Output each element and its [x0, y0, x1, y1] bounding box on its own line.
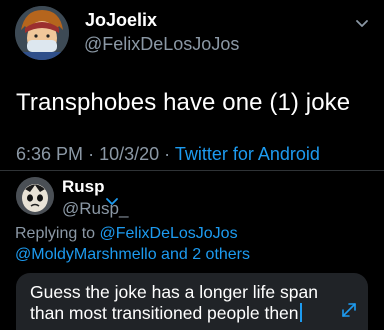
- tweet-author-name[interactable]: JoJoelix: [85, 10, 157, 31]
- chevron-down-icon[interactable]: [353, 14, 371, 32]
- replying-to-user-link[interactable]: @FelixDeLosJoJos: [100, 225, 238, 242]
- tweet-source-link[interactable]: Twitter for Android: [175, 144, 320, 164]
- replying-to-others-link[interactable]: @MoldyMarshmello and 2 others: [15, 246, 250, 264]
- chevron-down-icon[interactable]: [103, 192, 121, 210]
- meta-separator: ·: [88, 144, 95, 164]
- expand-icon[interactable]: [337, 298, 361, 322]
- reply-draft-text: Guess the joke has a longer life span th…: [30, 282, 318, 323]
- reply-author-name: Rusp: [62, 177, 105, 196]
- text-cursor: [299, 303, 302, 322]
- tweet-author-avatar[interactable]: [15, 6, 69, 60]
- reply-input[interactable]: Guess the joke has a longer life span th…: [30, 282, 330, 324]
- tweet-time[interactable]: 6:36 PM: [16, 144, 83, 164]
- replying-to: Replying to @FelixDeLosJoJos: [15, 225, 238, 243]
- meta-separator: ·: [164, 144, 171, 164]
- tweet-author-handle[interactable]: @FelixDeLosJoJos: [84, 34, 239, 55]
- tweet-text: Transphobes have one (1) joke: [16, 89, 351, 116]
- reply-author-avatar[interactable]: [16, 177, 54, 215]
- divider: [0, 170, 384, 171]
- replying-to-label: Replying to: [15, 225, 96, 242]
- tweet-date[interactable]: 10/3/20: [99, 144, 159, 164]
- tweet-meta: 6:36 PM · 10/3/20 · Twitter for Android: [16, 144, 320, 165]
